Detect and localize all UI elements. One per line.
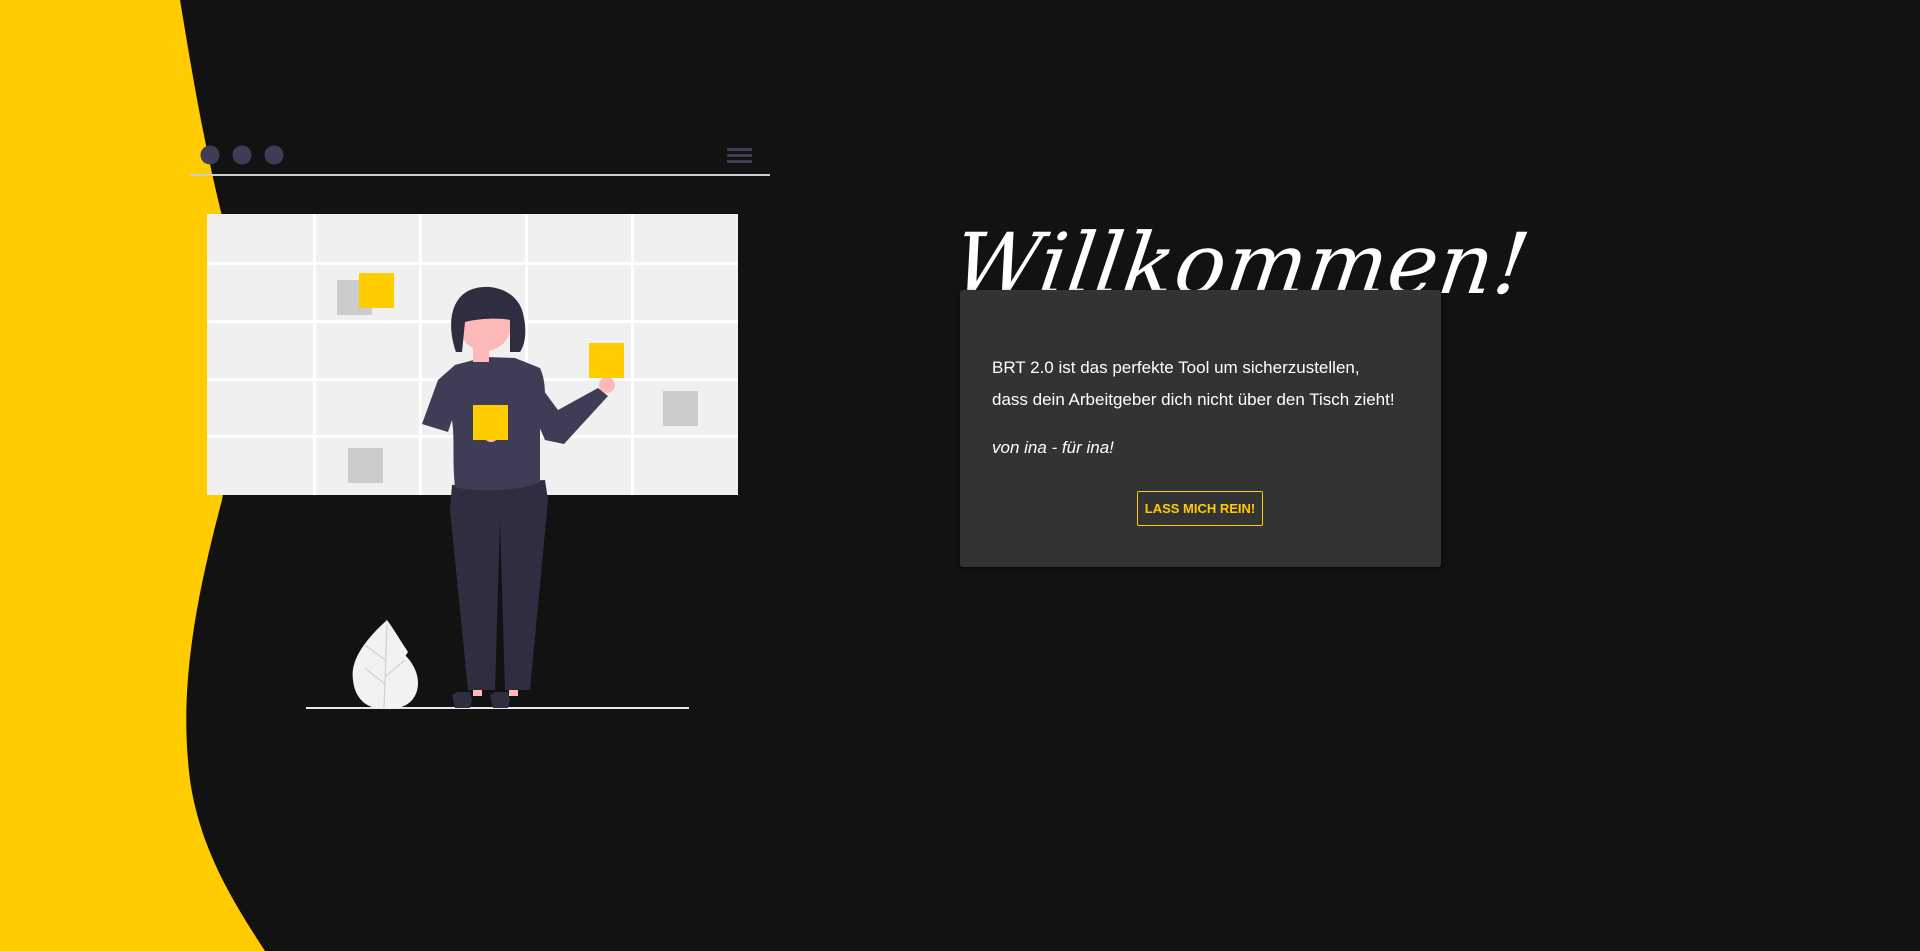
dot-icon (264, 145, 284, 165)
sticky-note (359, 273, 394, 308)
browser-window-bar (190, 145, 770, 176)
intro-text-line-2: dass dein Arbeitgeber dich nicht über de… (992, 390, 1395, 409)
dot-icon (232, 145, 252, 165)
sticky-note (589, 343, 624, 378)
card-body: BRT 2.0 ist das perfekte Tool um sicherz… (992, 352, 1432, 464)
sticky-note (473, 405, 508, 440)
enter-button[interactable]: LASS MICH REIN! (1137, 491, 1263, 526)
dot-icon (200, 145, 220, 165)
intro-text-line-1: BRT 2.0 ist das perfekte Tool um sicherz… (992, 358, 1360, 377)
leaf-plant (352, 620, 418, 710)
sticky-note (348, 448, 383, 483)
signature-text: von ina - für ina! (992, 438, 1114, 457)
sticky-note (663, 391, 698, 426)
hamburger-menu-icon (727, 148, 752, 163)
